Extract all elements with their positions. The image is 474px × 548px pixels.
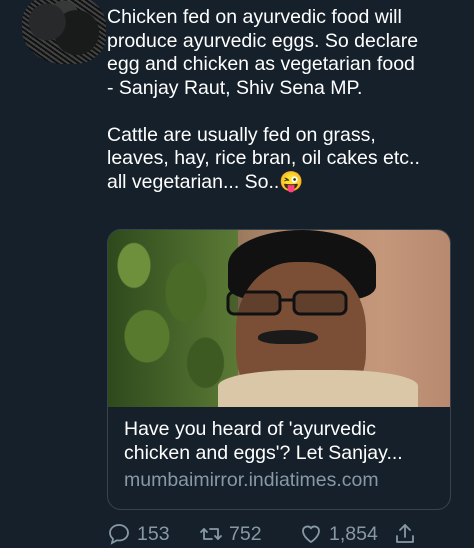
like-icon bbox=[302, 525, 320, 544]
tweet-actions: 153 752 1,854 bbox=[107, 520, 467, 548]
like-count: 1,854 bbox=[329, 522, 378, 545]
avatar[interactable] bbox=[22, 0, 106, 64]
like-button[interactable]: 1,854 bbox=[299, 522, 378, 546]
tweet-text: Chicken fed on ayurvedic food will produ… bbox=[107, 6, 420, 193]
leaves-background bbox=[108, 230, 238, 407]
person-shirt bbox=[218, 370, 418, 407]
reply-count: 153 bbox=[137, 522, 170, 545]
link-card[interactable]: Have you heard of 'ayurvedic chicken and… bbox=[107, 229, 451, 510]
share-button[interactable] bbox=[393, 522, 417, 546]
person-mustache bbox=[258, 330, 318, 344]
share-icon bbox=[396, 524, 414, 543]
retweet-count: 752 bbox=[229, 522, 262, 545]
card-title[interactable]: Have you heard of 'ayurvedic chicken and… bbox=[124, 417, 434, 465]
card-domain: mumbaimirror.indiatimes.com bbox=[124, 469, 379, 491]
reply-icon bbox=[109, 524, 129, 545]
retweet-icon bbox=[200, 528, 222, 540]
glasses-graphic bbox=[226, 290, 348, 316]
reply-button[interactable]: 153 bbox=[107, 522, 170, 546]
retweet-button[interactable]: 752 bbox=[199, 522, 262, 546]
card-image bbox=[108, 230, 450, 407]
